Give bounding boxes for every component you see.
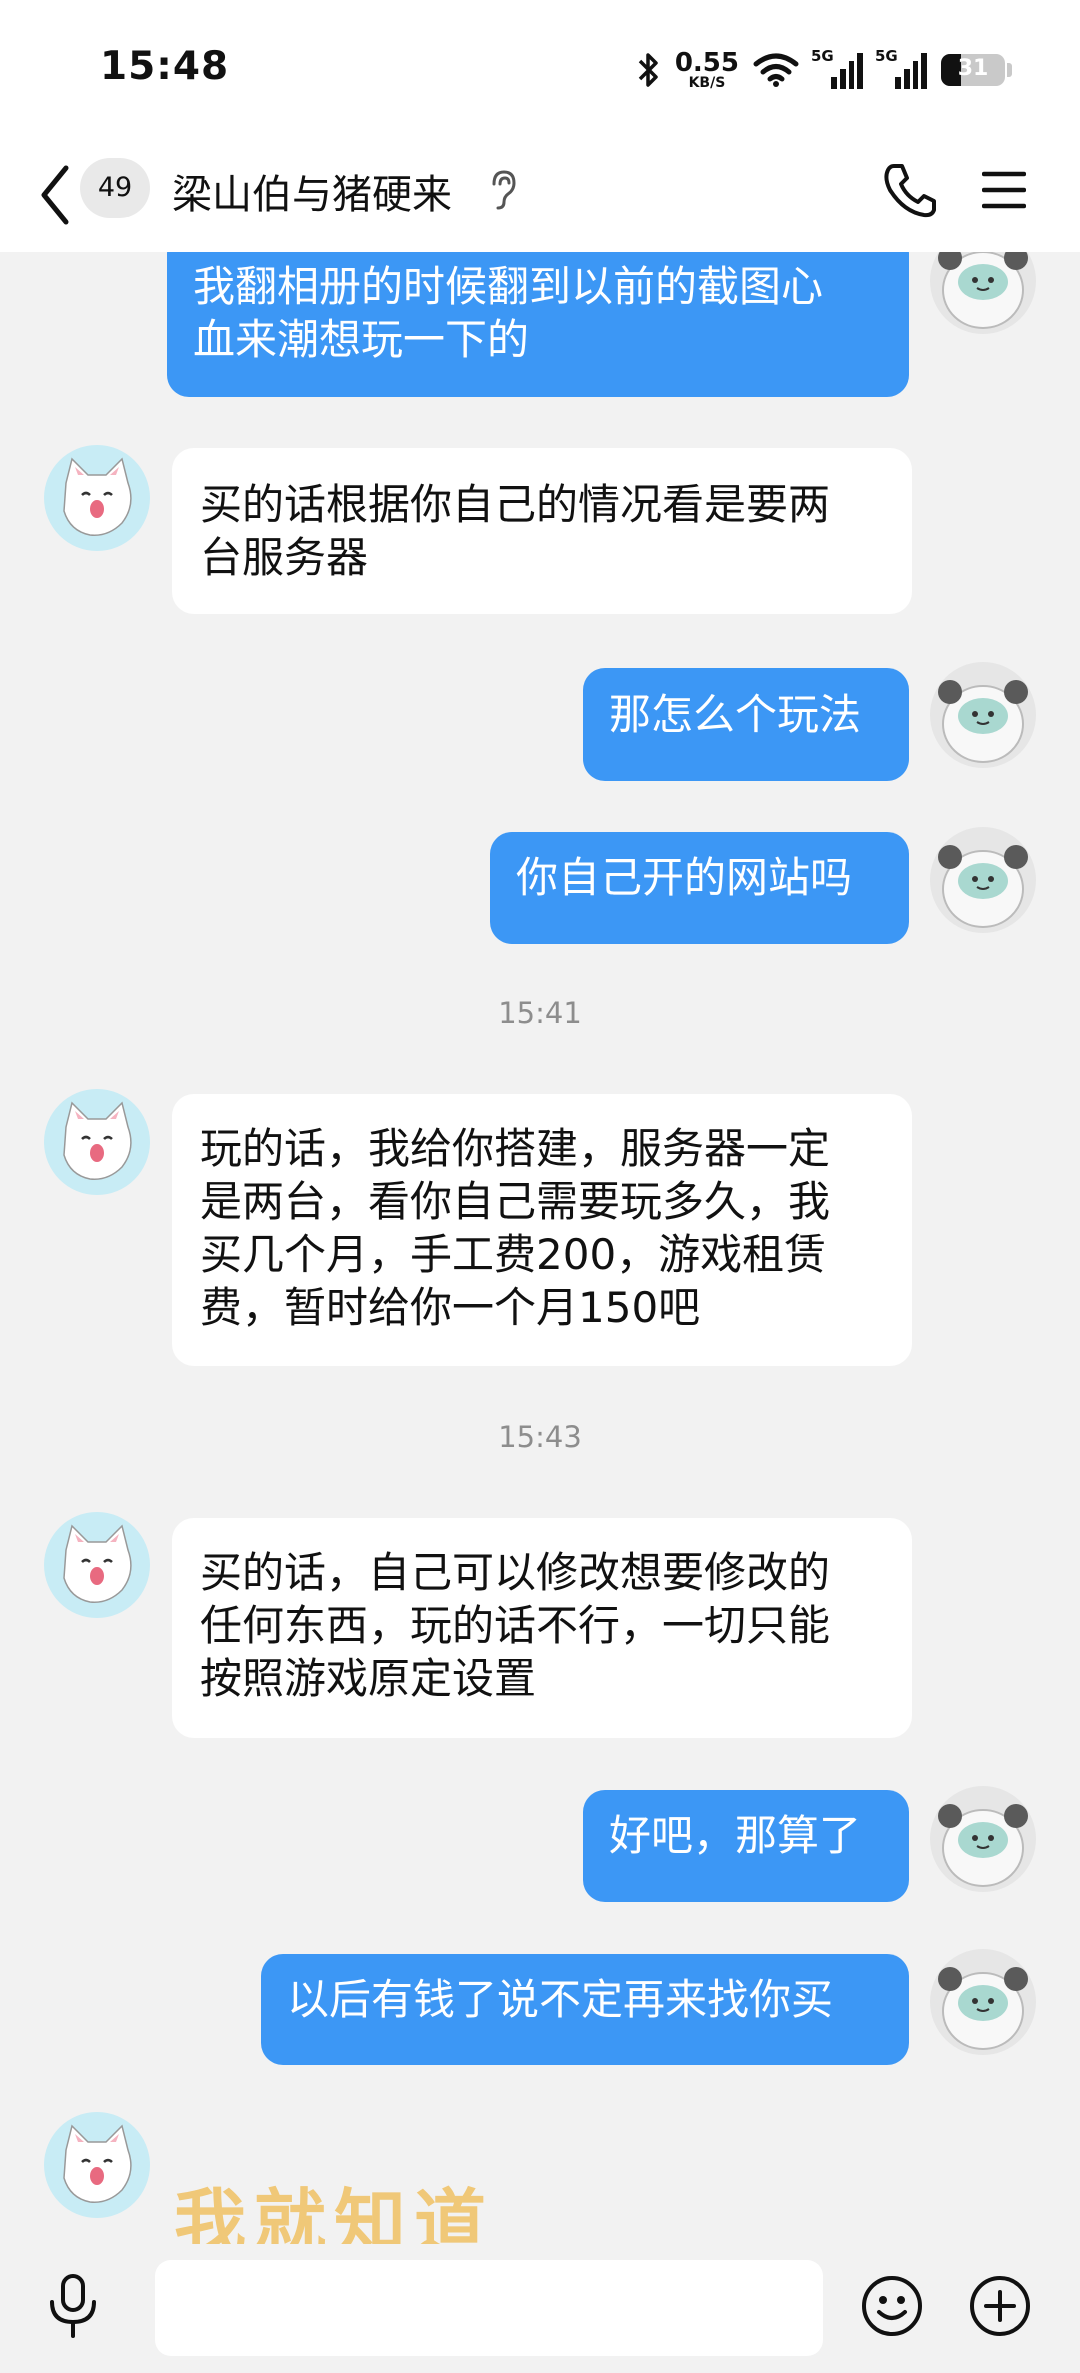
plus-icon[interactable]	[968, 2274, 1032, 2338]
panda-avatar-icon	[930, 252, 1036, 334]
chat-title[interactable]: 梁山伯与猪硬来	[172, 162, 452, 220]
outgoing-message[interactable]: 那怎么个玩法	[583, 668, 909, 781]
panda-avatar-icon	[930, 1786, 1036, 1892]
my-avatar[interactable]	[930, 662, 1036, 768]
contact-avatar[interactable]	[44, 1089, 150, 1195]
outgoing-message[interactable]: 你自己开的网站吗	[490, 832, 909, 944]
cat-avatar-icon	[44, 2112, 150, 2218]
cat-avatar-icon	[44, 1512, 150, 1618]
message-line: 那怎么个玩法	[609, 690, 862, 739]
cat-avatar-icon	[44, 1089, 150, 1195]
message-line: 血来潮想玩一下的	[193, 315, 530, 364]
incoming-message[interactable]: 玩的话，我给你搭建，服务器一定 是两台，看你自己需要玩多久，我 买几个月，手工费…	[172, 1094, 912, 1366]
panda-avatar-icon	[930, 1949, 1036, 2055]
message-line: 你自己开的网站吗	[516, 853, 853, 902]
network-speed-unit: KB/S	[688, 75, 726, 91]
bluetooth-icon	[638, 53, 658, 87]
status-bar: 15:48 0.55 KB/S 5G 5G 31	[0, 0, 1080, 140]
back-icon[interactable]	[36, 160, 76, 230]
incoming-message[interactable]: 买的话，自己可以修改想要修改的 任何东西，玩的话不行，一切只能 按照游戏原定设置	[172, 1518, 912, 1738]
message-line: 我翻相册的时候翻到以前的截图心	[193, 262, 824, 311]
message-line: 费，暂时给你一个月150吧	[200, 1283, 701, 1332]
outgoing-message[interactable]: 好吧，那算了	[583, 1790, 909, 1902]
my-avatar[interactable]	[930, 827, 1036, 933]
message-timestamp: 15:41	[498, 996, 582, 1030]
chat-header: 49 梁山伯与猪硬来	[0, 140, 1080, 252]
panda-avatar-icon	[930, 662, 1036, 768]
wifi-icon	[753, 53, 799, 87]
network-speed: 0.55 KB/S	[675, 50, 739, 90]
message-line: 任何东西，玩的话不行，一切只能	[200, 1601, 831, 1650]
message-list[interactable]: 我翻相册的时候翻到以前的截图心 血来潮想玩一下的 买的话根据你自己的情况看是要两…	[0, 252, 1080, 2244]
battery-cap	[1007, 63, 1012, 77]
message-line: 台服务器	[200, 533, 369, 582]
panda-avatar-icon	[930, 827, 1036, 933]
contact-avatar[interactable]	[44, 445, 150, 551]
message-line: 买几个月，手工费200，游戏租赁	[200, 1230, 827, 1279]
my-avatar[interactable]	[930, 1949, 1036, 2055]
message-line: 买的话根据你自己的情况看是要两	[200, 480, 831, 529]
my-avatar[interactable]	[930, 252, 1036, 334]
contact-avatar[interactable]	[44, 2112, 150, 2218]
signal-icon: 5G	[811, 47, 863, 89]
battery-level: 31	[957, 56, 989, 81]
message-line: 以后有钱了说不定再来找你买	[287, 1975, 834, 2024]
message-line: 按照游戏原定设置	[200, 1654, 537, 1703]
outgoing-message[interactable]: 我翻相册的时候翻到以前的截图心 血来潮想玩一下的	[167, 252, 909, 397]
signal-5g-label: 5G	[875, 47, 898, 65]
input-bar	[0, 2244, 1080, 2373]
menu-icon[interactable]	[982, 164, 1026, 216]
message-line: 好吧，那算了	[609, 1811, 862, 1860]
mic-icon[interactable]	[44, 2272, 102, 2340]
message-line: 买的话，自己可以修改想要修改的	[200, 1548, 831, 1597]
contact-avatar[interactable]	[44, 1512, 150, 1618]
message-input[interactable]	[155, 2260, 823, 2356]
cat-avatar-icon	[44, 445, 150, 551]
battery-icon: 31	[941, 54, 1005, 86]
status-time: 15:48	[100, 44, 230, 89]
network-speed-value: 0.55	[674, 48, 739, 78]
message-line: 玩的话，我给你搭建，服务器一定	[200, 1124, 831, 1173]
ear-icon	[492, 170, 516, 210]
unread-count-badge[interactable]: 49	[80, 158, 150, 218]
signal-5g-label: 5G	[811, 47, 834, 65]
signal-icon: 5G	[875, 47, 927, 89]
outgoing-message[interactable]: 以后有钱了说不定再来找你买	[261, 1954, 909, 2065]
my-avatar[interactable]	[930, 1786, 1036, 1892]
message-timestamp: 15:43	[498, 1420, 582, 1454]
message-line: 是两台，看你自己需要玩多久，我	[200, 1177, 831, 1226]
phone-icon[interactable]	[882, 160, 938, 220]
incoming-message[interactable]: 买的话根据你自己的情况看是要两 台服务器	[172, 448, 912, 614]
emoji-icon[interactable]	[860, 2274, 924, 2338]
sticker-message[interactable]: 我就知道	[174, 2164, 494, 2244]
status-icons: 0.55 KB/S 5G 5G 31	[637, 47, 1012, 92]
